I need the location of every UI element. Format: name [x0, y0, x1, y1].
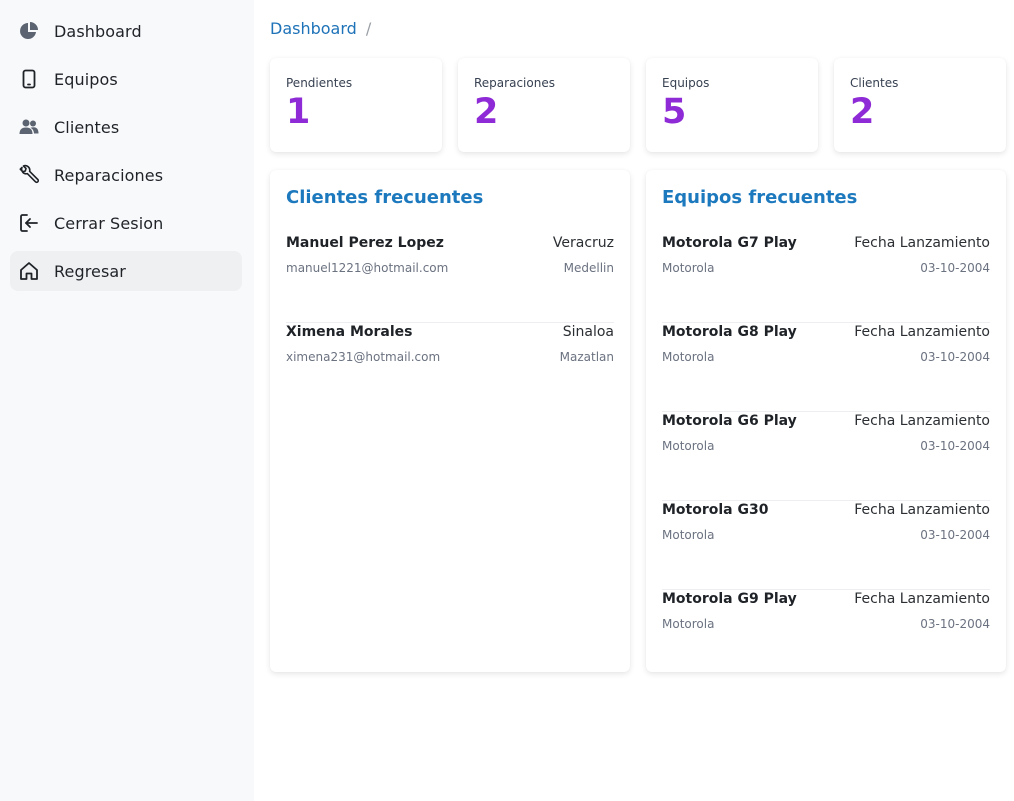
stat-value: 2: [474, 92, 499, 132]
list-item: Motorola G6 Play Fecha Lanzamiento Motor…: [662, 412, 990, 501]
stat-label: Pendientes: [286, 76, 353, 90]
device-name: Motorola G8 Play: [662, 324, 797, 340]
client-city: Medellin: [563, 261, 614, 275]
sidebar-item-regresar[interactable]: Regresar: [10, 251, 242, 291]
release-date: 03-10-2004: [920, 528, 990, 542]
client-email: manuel1221@hotmail.com: [286, 261, 449, 275]
breadcrumb: Dashboard /: [270, 17, 371, 39]
release-date: 03-10-2004: [920, 261, 990, 275]
breadcrumb-dashboard-link[interactable]: Dashboard: [270, 19, 357, 38]
sidebar-item-clientes[interactable]: Clientes: [10, 107, 242, 147]
wrench-icon: [18, 164, 40, 186]
client-name: Ximena Morales: [286, 324, 413, 340]
device-brand: Motorola: [662, 528, 715, 542]
stat-card-equipos: Equipos 5: [646, 58, 818, 152]
breadcrumb-separator: /: [365, 18, 372, 38]
stats-row: Pendientes 1 Reparaciones 2 Equipos 5 Cl…: [270, 58, 1006, 152]
client-email: ximena231@hotmail.com: [286, 350, 441, 364]
sidebar-item-cerrar-sesion[interactable]: Cerrar Sesion: [10, 203, 242, 243]
release-date: 03-10-2004: [920, 439, 990, 453]
equipos-frecuentes-panel: Equipos frecuentes Motorola G7 Play Fech…: [646, 170, 1006, 672]
sidebar-item-equipos[interactable]: Equipos: [10, 59, 242, 99]
device-name: Motorola G6 Play: [662, 413, 797, 429]
stat-card-reparaciones: Reparaciones 2: [458, 58, 630, 152]
device-name: Motorola G9 Play: [662, 591, 797, 607]
list-item: Manuel Perez Lopez Veracruz manuel1221@h…: [286, 234, 614, 323]
sidebar-item-label: Regresar: [54, 261, 126, 281]
clientes-frecuentes-panel: Clientes frecuentes Manuel Perez Lopez V…: [270, 170, 630, 672]
sidebar-item-label: Clientes: [54, 117, 120, 137]
release-date-label: Fecha Lanzamiento: [854, 235, 990, 251]
release-date-label: Fecha Lanzamiento: [854, 502, 990, 518]
users-icon: [18, 116, 40, 138]
sidebar-item-dashboard[interactable]: Dashboard: [10, 11, 242, 51]
home-icon: [18, 260, 40, 282]
device-name: Motorola G30: [662, 502, 769, 518]
stat-card-clientes: Clientes 2: [834, 58, 1006, 152]
stat-value: 1: [286, 92, 311, 132]
release-date-label: Fecha Lanzamiento: [854, 413, 990, 429]
panel-title: Equipos frecuentes: [662, 187, 858, 208]
client-name: Manuel Perez Lopez: [286, 235, 444, 251]
sidebar-item-label: Reparaciones: [54, 165, 164, 185]
main-content: Dashboard / Pendientes 1 Reparaciones 2 …: [270, 0, 1006, 801]
device-brand: Motorola: [662, 350, 715, 364]
stat-value: 5: [662, 92, 687, 132]
device-name: Motorola G7 Play: [662, 235, 797, 251]
stat-label: Reparaciones: [474, 76, 555, 90]
logout-icon: [18, 212, 40, 234]
stat-value: 2: [850, 92, 875, 132]
sidebar: Dashboard Equipos Clientes Reparaciones …: [0, 0, 254, 801]
sidebar-item-label: Dashboard: [54, 21, 142, 41]
stat-label: Clientes: [850, 76, 899, 90]
stat-card-pendientes: Pendientes 1: [270, 58, 442, 152]
list-item: Ximena Morales Sinaloa ximena231@hotmail…: [286, 323, 614, 412]
device-brand: Motorola: [662, 617, 715, 631]
sidebar-item-reparaciones[interactable]: Reparaciones: [10, 155, 242, 195]
client-state: Veracruz: [552, 235, 614, 251]
sidebar-item-label: Cerrar Sesion: [54, 213, 164, 233]
list-item: Motorola G30 Fecha Lanzamiento Motorola …: [662, 501, 990, 590]
device-brand: Motorola: [662, 439, 715, 453]
sidebar-item-label: Equipos: [54, 69, 118, 89]
release-date: 03-10-2004: [920, 350, 990, 364]
app: Dashboard Equipos Clientes Reparaciones …: [0, 0, 1014, 801]
list-item: Motorola G8 Play Fecha Lanzamiento Motor…: [662, 323, 990, 412]
phone-icon: [18, 68, 40, 90]
device-brand: Motorola: [662, 261, 715, 275]
stat-label: Equipos: [662, 76, 710, 90]
list-item: Motorola G7 Play Fecha Lanzamiento Motor…: [662, 234, 990, 323]
release-date: 03-10-2004: [920, 617, 990, 631]
client-state: Sinaloa: [562, 324, 614, 340]
release-date-label: Fecha Lanzamiento: [854, 324, 990, 340]
panel-title: Clientes frecuentes: [286, 187, 484, 208]
pie-chart-icon: [18, 20, 40, 42]
release-date-label: Fecha Lanzamiento: [854, 591, 990, 607]
list-item: Motorola G9 Play Fecha Lanzamiento Motor…: [662, 590, 990, 679]
client-city: Mazatlan: [559, 350, 614, 364]
